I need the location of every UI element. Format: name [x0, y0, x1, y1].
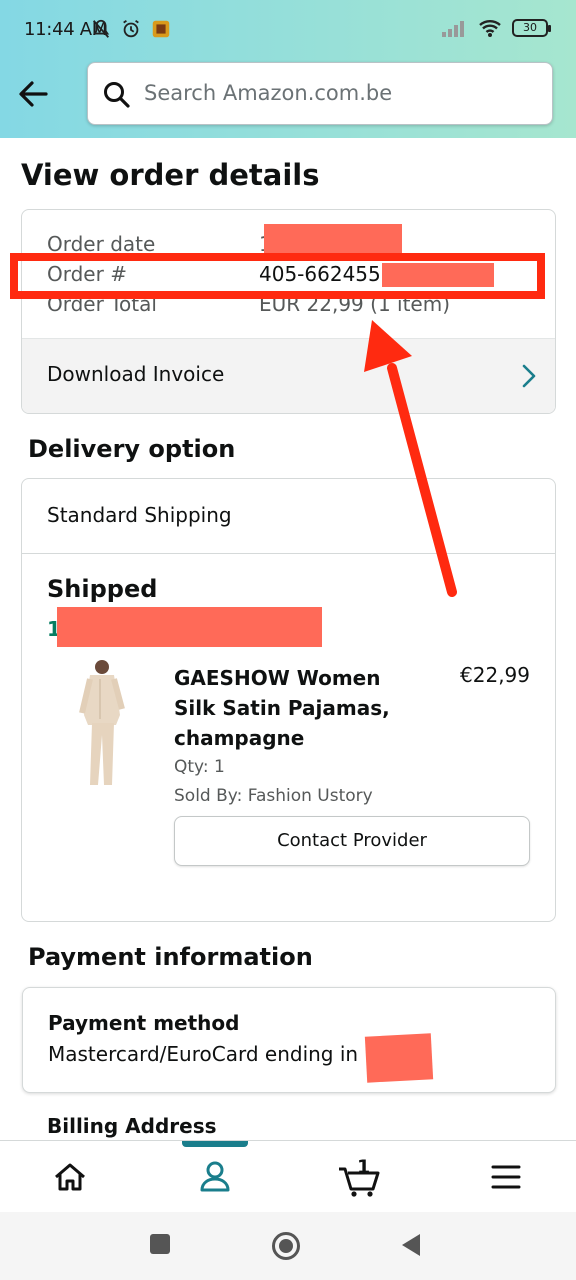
app-notification-icon [152, 20, 170, 38]
battery-icon: 30 [512, 19, 551, 37]
chevron-right-icon [522, 364, 536, 388]
back-arrow-icon[interactable] [14, 74, 54, 114]
redaction-block [57, 607, 322, 647]
app-header: 11:44 AM 30 Search Amazon.com.be [0, 0, 576, 138]
active-tab-indicator [182, 1141, 248, 1147]
download-invoice-row[interactable]: Download Invoice [22, 338, 555, 413]
order-date-label: Order date [47, 232, 156, 256]
search-input[interactable]: Search Amazon.com.be [144, 81, 392, 105]
delivery-card: Standard Shipping Shipped 1 GAESHOW Wome… [21, 478, 556, 922]
wifi-icon [479, 20, 501, 37]
order-total-value: EUR 22,99 (1 item) [259, 292, 451, 316]
payment-section-title: Payment information [28, 943, 313, 971]
recents-icon[interactable] [148, 1232, 172, 1256]
bottom-navigation [0, 1140, 576, 1212]
signal-icon [442, 21, 464, 37]
back-button-icon[interactable] [400, 1232, 422, 1258]
delivery-option: Standard Shipping [47, 503, 232, 527]
page-title: View order details [21, 158, 320, 192]
search-bar[interactable]: Search Amazon.com.be [87, 62, 553, 125]
home-icon[interactable] [46, 1155, 94, 1199]
order-total-label: Order Total [47, 292, 157, 316]
product-qty: Qty: 1 [174, 757, 225, 777]
bell-muted-icon [92, 19, 110, 38]
divider [22, 553, 555, 554]
cart-count: 1 [357, 1156, 371, 1178]
product-price: €22,99 [460, 663, 530, 687]
download-invoice-label: Download Invoice [47, 362, 225, 386]
product-seller: Sold By: Fashion Ustory [174, 786, 373, 806]
search-icon [104, 82, 130, 108]
status-bar: 11:44 AM 30 [0, 0, 576, 60]
system-nav-bar [0, 1212, 576, 1280]
product-name[interactable]: GAESHOW Women Silk Satin Pajamas, champa… [174, 663, 414, 753]
order-number-label: Order # [47, 262, 127, 286]
product-image[interactable] [62, 657, 132, 793]
payment-method-card: Payment method Mastercard/EuroCard endin… [22, 987, 556, 1093]
billing-address-heading: Billing Address [47, 1114, 217, 1138]
redaction-block [364, 1033, 434, 1083]
alarm-icon [123, 19, 139, 38]
shipment-status: Shipped [47, 575, 158, 603]
menu-icon[interactable] [482, 1155, 530, 1199]
order-number-value: 405-662455 [259, 262, 381, 286]
status-icons-right: 30 [442, 18, 551, 38]
account-icon[interactable] [191, 1155, 239, 1199]
redaction-block [264, 224, 402, 258]
delivery-section-title: Delivery option [28, 435, 236, 463]
redaction-block [496, 265, 540, 285]
payment-method-value: Mastercard/EuroCard ending in [48, 1042, 359, 1066]
status-icons-left [90, 18, 172, 40]
home-button-icon[interactable] [271, 1231, 301, 1261]
payment-method-heading: Payment method [48, 1011, 240, 1035]
redaction-block [382, 263, 494, 287]
contact-provider-button[interactable]: Contact Provider [174, 816, 530, 866]
